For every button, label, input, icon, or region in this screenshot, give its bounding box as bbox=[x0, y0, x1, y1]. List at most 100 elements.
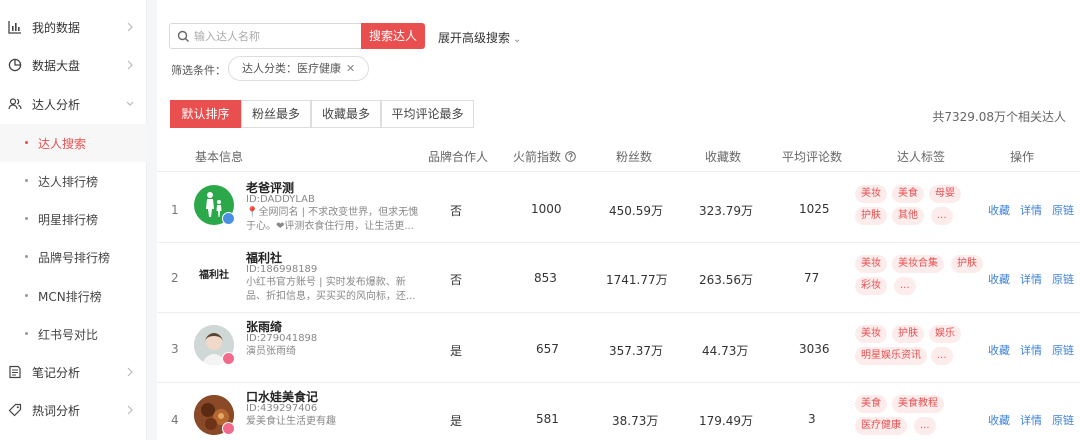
pie-chart-icon bbox=[8, 58, 22, 72]
brand-partner: 是 bbox=[450, 414, 463, 428]
source-link[interactable]: 原链 bbox=[1052, 342, 1074, 358]
source-link[interactable]: 原链 bbox=[1052, 412, 1074, 428]
search-button[interactable]: 搜索达人 bbox=[361, 23, 425, 49]
sidebar-item-influencer-analysis[interactable]: 达人分析 bbox=[0, 85, 147, 123]
influencer-id: ID:186998189 bbox=[246, 264, 318, 275]
influencer-id: ID:439297406 bbox=[246, 403, 318, 414]
detail-link[interactable]: 详情 bbox=[1020, 271, 1042, 287]
bullet-icon bbox=[25, 294, 28, 297]
detail-link[interactable]: 详情 bbox=[1020, 342, 1042, 358]
influencer-tag: 彩妆 bbox=[855, 277, 887, 295]
influencer-tag: 美食 bbox=[855, 395, 887, 413]
sidebar-item-my-data[interactable]: 我的数据 bbox=[0, 8, 147, 46]
hot-index: 581 bbox=[536, 412, 559, 426]
bullet-icon bbox=[25, 255, 28, 258]
sidebar: 我的数据 数据大盘 达人分析 达人搜索 达人排行榜 明星排行榜 品牌号排行榜 M… bbox=[0, 0, 147, 440]
influencer-tag: 美食教程 bbox=[892, 395, 944, 413]
brand-partner: 是 bbox=[450, 344, 463, 358]
influencer-desc: 📍全网同名 | 不求改变世界，但求无愧 于心。❤评测衣食住行用，让生活更... bbox=[246, 206, 418, 234]
sidebar-subitem-label: 达人排行榜 bbox=[38, 174, 99, 189]
chevron-down-icon: ⌄ bbox=[513, 34, 522, 45]
collect-count: 179.49万 bbox=[699, 414, 753, 428]
users-icon bbox=[8, 98, 22, 110]
sort-tab-collect[interactable]: 收藏最多 bbox=[311, 100, 381, 128]
sidebar-item-label: 笔记分析 bbox=[32, 365, 81, 380]
main-panel: 搜索达人 展开高级搜索⌄ 筛选条件： 达人分类：医疗健康✕ 默认排序 粉丝最多 … bbox=[157, 0, 1080, 440]
source-link[interactable]: 原链 bbox=[1052, 202, 1074, 218]
advanced-search-toggle[interactable]: 展开高级搜索 ⌄ bbox=[438, 29, 521, 46]
sidebar-subitem-account-compare[interactable]: 红书号对比 bbox=[0, 315, 147, 353]
bullet-icon bbox=[25, 332, 28, 335]
sort-tab-fans[interactable]: 粉丝最多 bbox=[241, 100, 311, 128]
desc-line: 爱美食让生活更有趣 bbox=[246, 416, 336, 427]
sidebar-subitem-label: 红书号对比 bbox=[38, 327, 99, 342]
sidebar-item-label: 我的数据 bbox=[32, 20, 81, 35]
sidebar-subitem-star-ranking[interactable]: 明星排行榜 bbox=[0, 200, 147, 238]
table-row[interactable]: 2 福利社 福利社 ID:186998189 小红书官方账号 | 实时发布爆款、… bbox=[157, 243, 1080, 313]
detail-link[interactable]: 详情 bbox=[1020, 202, 1042, 218]
sidebar-subitem-label: 达人搜索 bbox=[38, 136, 87, 151]
question-circle-icon[interactable] bbox=[565, 151, 576, 162]
search-icon bbox=[177, 30, 189, 42]
hot-index: 657 bbox=[536, 342, 559, 356]
search-input[interactable] bbox=[194, 27, 354, 45]
filter-label: 筛选条件： bbox=[171, 64, 226, 77]
close-icon[interactable]: ✕ bbox=[346, 62, 355, 75]
sort-tab-default[interactable]: 默认排序 bbox=[170, 100, 241, 128]
sidebar-subitem-influencer-search[interactable]: 达人搜索 bbox=[0, 124, 147, 162]
collect-count: 44.73万 bbox=[702, 344, 749, 358]
bullet-icon bbox=[25, 179, 28, 182]
sidebar-subitem-label: 品牌号排行榜 bbox=[38, 250, 111, 265]
filter-chip: 达人分类：医疗健康 ✕ bbox=[228, 56, 370, 81]
chevron-right-icon bbox=[127, 22, 133, 32]
collect-link[interactable]: 收藏 bbox=[988, 271, 1010, 287]
header-tags: 达人标签 bbox=[897, 150, 946, 164]
sort-tab-comments[interactable]: 平均评论最多 bbox=[381, 100, 474, 128]
collect-link[interactable]: 收藏 bbox=[988, 202, 1010, 218]
influencer-tag: 美妆 bbox=[855, 255, 887, 273]
advanced-search-label: 展开高级搜索 bbox=[438, 31, 511, 45]
sidebar-item-note-analysis[interactable]: 笔记分析 bbox=[0, 353, 147, 391]
header-ops: 操作 bbox=[1010, 150, 1035, 164]
filter-chip-label: 达人分类：医疗健康 bbox=[242, 62, 341, 75]
influencer-tag: 护肤 bbox=[892, 325, 924, 343]
source-link[interactable]: 原链 bbox=[1052, 271, 1074, 287]
row-index: 1 bbox=[171, 203, 179, 217]
influencer-tag: 美妆 bbox=[855, 325, 887, 343]
female-badge-icon bbox=[222, 352, 235, 365]
brand-partner: 否 bbox=[450, 273, 463, 287]
row-index: 4 bbox=[171, 413, 179, 427]
chevron-down-icon bbox=[126, 101, 134, 106]
header-fans: 粉丝数 bbox=[616, 150, 653, 164]
detail-link[interactable]: 详情 bbox=[1020, 412, 1042, 428]
sidebar-subitem-brand-ranking[interactable]: 品牌号排行榜 bbox=[0, 238, 147, 276]
collect-count: 263.56万 bbox=[699, 273, 753, 287]
avatar[interactable]: 福利社 bbox=[194, 253, 234, 293]
influencer-tag: 护肤 bbox=[855, 207, 887, 225]
influencer-tag: 母婴 bbox=[929, 185, 961, 203]
influencer-id: ID:279041898 bbox=[246, 333, 318, 344]
table-row[interactable]: 3 张雨绮 ID:279041898 演员张雨绮 是 657 357.37万 4… bbox=[157, 313, 1080, 383]
collect-link[interactable]: 收藏 bbox=[988, 412, 1010, 428]
sidebar-item-label: 数据大盘 bbox=[32, 58, 81, 73]
table-row[interactable]: 1 老爸评测 ID:DADDYLAB 📍全网同名 | 不求改变世界，但求无愧 于心… bbox=[157, 173, 1080, 243]
table-row[interactable]: 4 口水娃美食记 ID:439297406 爱美食让生活更有趣 是 581 38… bbox=[157, 383, 1080, 440]
influencer-tag: 美妆 bbox=[855, 185, 887, 203]
bar-chart-icon bbox=[8, 21, 21, 34]
hot-index: 853 bbox=[534, 271, 557, 285]
sidebar-item-hotword-analysis[interactable]: 热词分析 bbox=[0, 391, 147, 429]
female-badge-icon bbox=[222, 422, 235, 435]
influencer-desc: 爱美食让生活更有趣 bbox=[246, 415, 418, 429]
sidebar-subitem-influencer-ranking[interactable]: 达人排行榜 bbox=[0, 162, 147, 200]
row-index: 3 bbox=[171, 342, 179, 356]
header-comments: 平均评论数 bbox=[782, 150, 843, 164]
influencer-tag: ... bbox=[931, 207, 953, 225]
chevron-right-icon bbox=[127, 367, 133, 377]
avg-comments: 1025 bbox=[799, 202, 830, 216]
collect-link[interactable]: 收藏 bbox=[988, 342, 1010, 358]
sidebar-item-dashboard[interactable]: 数据大盘 bbox=[0, 46, 147, 84]
header-basic: 基本信息 bbox=[195, 150, 244, 164]
sidebar-item-label: 热词分析 bbox=[32, 403, 81, 418]
sidebar-subitem-mcn-ranking[interactable]: MCN排行榜 bbox=[0, 277, 147, 315]
influencer-tag: 娱乐 bbox=[929, 325, 961, 343]
